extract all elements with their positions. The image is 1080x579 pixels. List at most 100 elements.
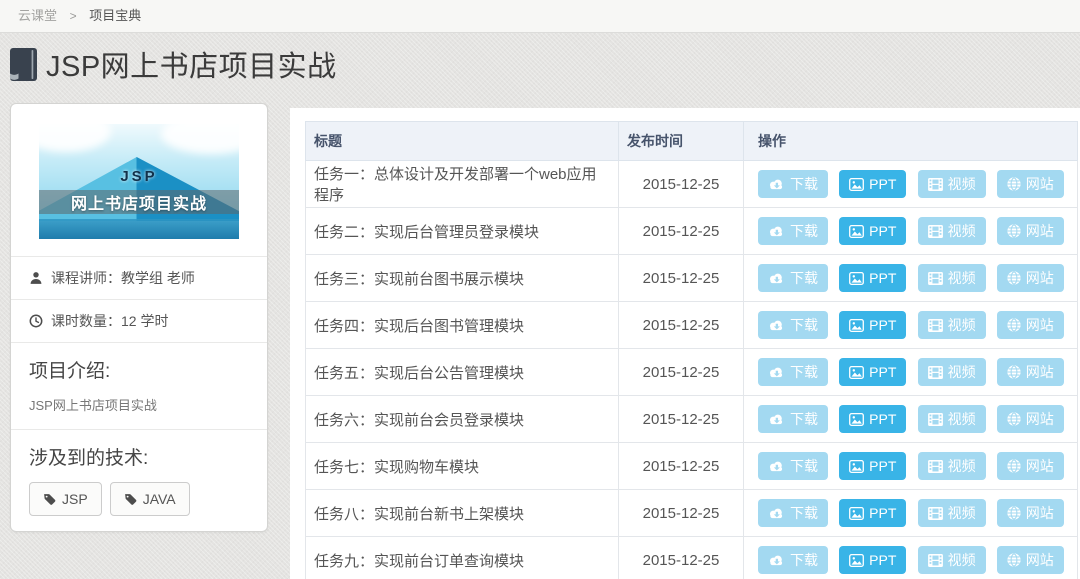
download-button[interactable]: 下载	[758, 499, 828, 527]
image-icon	[849, 460, 864, 473]
download-button[interactable]: 下载	[758, 264, 828, 292]
film-icon	[928, 554, 943, 567]
task-date: 2015-12-25	[643, 223, 720, 240]
task-date: 2015-12-25	[643, 176, 720, 193]
cloud-download-icon	[768, 366, 785, 379]
website-button[interactable]: 网站	[997, 311, 1064, 339]
video-button[interactable]: 视频	[918, 546, 986, 574]
download-button[interactable]: 下载	[758, 170, 828, 198]
globe-icon	[1007, 412, 1021, 426]
tech-tags: JSP JAVA	[29, 482, 249, 516]
course-cover-image: JSP 网上书店项目实战	[39, 124, 239, 239]
task-actions-cell: 下载 PPT 视频	[744, 443, 1078, 490]
image-icon	[849, 272, 864, 285]
ppt-button[interactable]: PPT	[839, 264, 906, 292]
table-header-row: 标题 发布时间 操作	[306, 122, 1078, 161]
clock-icon	[29, 314, 43, 328]
ppt-label: PPT	[869, 364, 896, 380]
download-button[interactable]: 下载	[758, 358, 828, 386]
ppt-button[interactable]: PPT	[839, 452, 906, 480]
task-title: 任务七：实现购物车模块	[314, 459, 479, 476]
breadcrumb-bar: 云课堂 > 项目宝典	[0, 0, 1080, 33]
ppt-button[interactable]: PPT	[839, 499, 906, 527]
cloud-download-icon	[768, 460, 785, 473]
image-icon	[849, 507, 864, 520]
task-title-cell: 任务一：总体设计及开发部署一个web应用程序	[306, 161, 619, 208]
video-button[interactable]: 视频	[918, 311, 986, 339]
table-row: 任务三：实现前台图书展示模块 2015-12-25 下载	[306, 255, 1078, 302]
download-button[interactable]: 下载	[758, 546, 828, 574]
website-button[interactable]: 网站	[997, 170, 1064, 198]
website-button[interactable]: 网站	[997, 217, 1064, 245]
task-date-cell: 2015-12-25	[619, 396, 744, 443]
video-button[interactable]: 视频	[918, 217, 986, 245]
cloud-decoration	[161, 124, 239, 154]
ppt-button[interactable]: PPT	[839, 358, 906, 386]
website-button[interactable]: 网站	[997, 405, 1064, 433]
breadcrumb-home-link[interactable]: 云课堂	[18, 8, 57, 23]
website-button[interactable]: 网站	[997, 452, 1064, 480]
project-intro-text: JSP网上书店项目实战	[29, 395, 249, 414]
table-row: 任务九：实现前台订单查询模块 2015-12-25 下载	[306, 537, 1078, 579]
task-date: 2015-12-25	[643, 317, 720, 334]
task-title: 任务八：实现前台新书上架模块	[314, 506, 524, 523]
task-date-cell: 2015-12-25	[619, 537, 744, 579]
ppt-label: PPT	[869, 552, 896, 568]
ppt-button[interactable]: PPT	[839, 217, 906, 245]
tag-java[interactable]: JAVA	[110, 482, 190, 516]
ppt-label: PPT	[869, 270, 896, 286]
globe-icon	[1007, 177, 1021, 191]
download-label: 下载	[790, 221, 818, 241]
course-hours-row: 课时数量：12 学时	[11, 299, 267, 342]
film-icon	[928, 460, 943, 473]
website-button[interactable]: 网站	[997, 499, 1064, 527]
ppt-button[interactable]: PPT	[839, 170, 906, 198]
cloud-decoration	[39, 124, 111, 152]
breadcrumb-current: 项目宝典	[89, 8, 141, 23]
project-intro-section: 项目介绍: JSP网上书店项目实战	[11, 342, 267, 429]
download-label: 下载	[790, 503, 818, 523]
task-date-cell: 2015-12-25	[619, 302, 744, 349]
download-label: 下载	[790, 268, 818, 288]
ppt-button[interactable]: PPT	[839, 311, 906, 339]
download-button[interactable]: 下载	[758, 405, 828, 433]
video-label: 视频	[948, 362, 976, 382]
table-row: 任务一：总体设计及开发部署一个web应用程序 2015-12-25 下载	[306, 161, 1078, 208]
film-icon	[928, 413, 943, 426]
video-button[interactable]: 视频	[918, 170, 986, 198]
download-button[interactable]: 下载	[758, 217, 828, 245]
task-title: 任务四：实现后台图书管理模块	[314, 318, 524, 335]
film-icon	[928, 225, 943, 238]
video-label: 视频	[948, 503, 976, 523]
website-button[interactable]: 网站	[997, 358, 1064, 386]
video-label: 视频	[948, 409, 976, 429]
globe-icon	[1007, 365, 1021, 379]
website-label: 网站	[1026, 362, 1054, 382]
cover-title-band: 网上书店项目实战	[39, 190, 239, 214]
video-button[interactable]: 视频	[918, 452, 986, 480]
download-button[interactable]: 下载	[758, 452, 828, 480]
ppt-button[interactable]: PPT	[839, 546, 906, 574]
video-button[interactable]: 视频	[918, 264, 986, 292]
table-row: 任务四：实现后台图书管理模块 2015-12-25 下载	[306, 302, 1078, 349]
website-button[interactable]: 网站	[997, 546, 1064, 574]
tag-label: JSP	[62, 491, 88, 507]
tag-jsp[interactable]: JSP	[29, 482, 102, 516]
cloud-download-icon	[768, 413, 785, 426]
download-button[interactable]: 下载	[758, 311, 828, 339]
video-button[interactable]: 视频	[918, 499, 986, 527]
cloud-download-icon	[768, 554, 785, 567]
cloud-download-icon	[768, 272, 785, 285]
tag-label: JAVA	[143, 491, 176, 507]
table-row: 任务八：实现前台新书上架模块 2015-12-25 下载	[306, 490, 1078, 537]
task-title-cell: 任务六：实现前台会员登录模块	[306, 396, 619, 443]
video-label: 视频	[948, 315, 976, 335]
globe-icon	[1007, 318, 1021, 332]
video-button[interactable]: 视频	[918, 358, 986, 386]
task-date: 2015-12-25	[643, 505, 720, 522]
ppt-button[interactable]: PPT	[839, 405, 906, 433]
website-button[interactable]: 网站	[997, 264, 1064, 292]
video-button[interactable]: 视频	[918, 405, 986, 433]
film-icon	[928, 507, 943, 520]
water-reflection	[39, 219, 239, 239]
